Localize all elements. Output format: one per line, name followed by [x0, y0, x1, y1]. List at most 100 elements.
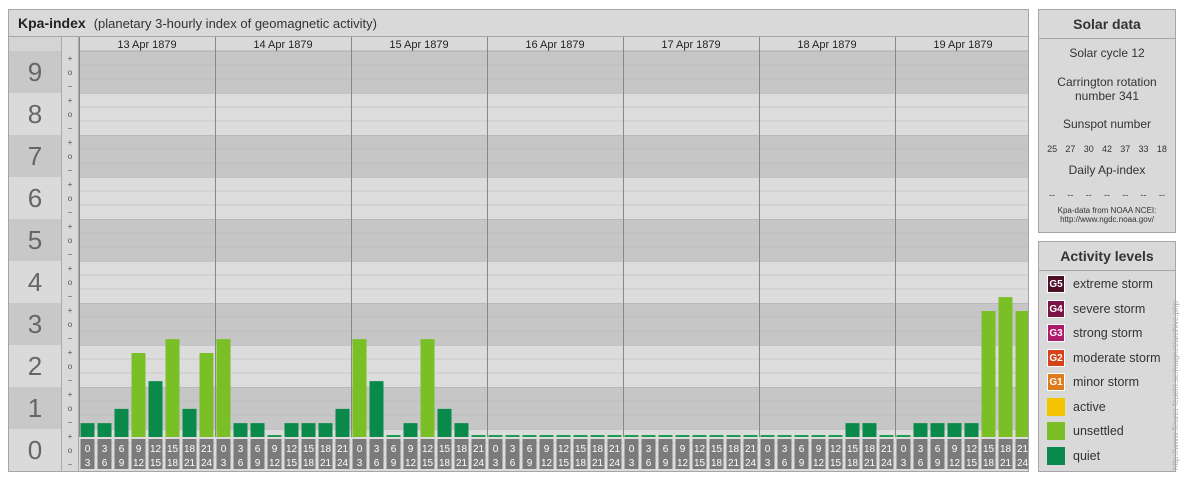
- kp-bar: [760, 435, 775, 437]
- hour-end-label: 12: [677, 458, 689, 469]
- kp-bar: [556, 435, 571, 437]
- hour-start-label: 18: [320, 444, 332, 455]
- hour-start-label: 18: [728, 444, 740, 455]
- kp-bar: [692, 435, 707, 437]
- hour-start-label: 0: [357, 444, 363, 455]
- hour-end-label: 15: [558, 458, 570, 469]
- day-label: 16 Apr 1879: [525, 39, 584, 51]
- y-sublevel-marker: o: [68, 278, 73, 287]
- hour-start-label: 6: [663, 444, 669, 455]
- sunspot-value: 27: [1065, 144, 1076, 154]
- hour-start-label: 0: [221, 444, 227, 455]
- chart-title-bar: Kpa-index (planetary 3-hourly index of ge…: [9, 10, 1028, 37]
- hour-end-label: 6: [646, 458, 652, 469]
- hour-end-label: 9: [527, 458, 533, 469]
- level-swatch: [1047, 397, 1065, 416]
- y-sublevel-marker: o: [68, 236, 73, 245]
- hour-end-label: 15: [422, 458, 434, 469]
- y-sublevel-marker: o: [68, 362, 73, 371]
- kp-bar: [539, 435, 554, 437]
- y-sublevel-marker: −: [68, 418, 73, 427]
- activity-level-item: G2 moderate storm: [1047, 348, 1161, 368]
- hour-start-label: 3: [782, 444, 788, 455]
- hour-start-label: 15: [711, 444, 723, 455]
- level-label: severe storm: [1073, 301, 1146, 316]
- solar-cycle: Solar cycle 12: [1069, 46, 1145, 60]
- kp-bar: [386, 435, 401, 437]
- y-level-band: [79, 219, 1028, 261]
- hour-start-label: 21: [745, 444, 757, 455]
- kp-bar: [301, 423, 316, 437]
- daily-ap-values: -- -- -- -- -- -- --: [1039, 190, 1175, 200]
- y-level-band: [79, 303, 1028, 345]
- kp-bar: [216, 339, 231, 437]
- kp-bar: [624, 435, 639, 437]
- kp-bar: [964, 423, 979, 437]
- ap-value: --: [1067, 190, 1074, 200]
- y-sublevel-marker: o: [68, 320, 73, 329]
- hour-end-label: 24: [201, 458, 213, 469]
- hour-end-label: 24: [473, 458, 485, 469]
- level-swatch: G5: [1047, 275, 1065, 293]
- hour-start-label: 12: [694, 444, 706, 455]
- kp-bar: [896, 435, 911, 437]
- y-sublevel-marker: −: [68, 376, 73, 385]
- y-sublevel-marker: +: [68, 138, 73, 147]
- y-tick-label-1: 1: [28, 393, 42, 423]
- kp-bar: [437, 408, 452, 437]
- hour-start-label: 9: [952, 444, 958, 455]
- ap-value: --: [1049, 190, 1056, 200]
- ap-value: --: [1140, 190, 1147, 200]
- kp-bar: [522, 435, 537, 437]
- hour-end-label: 24: [881, 458, 893, 469]
- hour-start-label: 21: [201, 444, 213, 455]
- hour-start-label: 0: [85, 444, 91, 455]
- y-sublevel-marker: +: [68, 432, 73, 441]
- hour-end-label: 3: [221, 458, 227, 469]
- kp-bar: [131, 353, 146, 437]
- hour-end-label: 21: [456, 458, 468, 469]
- kp-bar: [709, 435, 724, 437]
- hour-start-label: 6: [935, 444, 941, 455]
- hour-start-label: 21: [881, 444, 893, 455]
- hour-end-label: 3: [357, 458, 363, 469]
- hour-end-label: 9: [799, 458, 805, 469]
- y-tick-label-8: 8: [28, 99, 42, 129]
- hour-end-label: 9: [935, 458, 941, 469]
- chart-title: Kpa-index: [18, 15, 86, 31]
- y-level-band: [79, 135, 1028, 177]
- y-sublevel-marker: +: [68, 96, 73, 105]
- kp-bar: [80, 423, 95, 437]
- hour-start-label: 9: [816, 444, 822, 455]
- kp-bar: [675, 435, 690, 437]
- kp-bar: [913, 423, 928, 437]
- level-label: active: [1073, 399, 1106, 414]
- hour-end-label: 18: [303, 458, 315, 469]
- hour-end-label: 6: [374, 458, 380, 469]
- hour-end-label: 15: [694, 458, 706, 469]
- hour-start-label: 21: [1017, 444, 1028, 455]
- hour-start-label: 21: [473, 444, 485, 455]
- hour-end-label: 6: [102, 458, 108, 469]
- activity-level-item: active: [1047, 397, 1106, 417]
- sunspot-value: 37: [1120, 144, 1131, 154]
- hour-start-label: 3: [102, 444, 108, 455]
- kp-bar: [998, 297, 1013, 437]
- credit-source: Kpa-data from NOAA NCEI:: [1057, 206, 1157, 215]
- ap-value: --: [1122, 190, 1129, 200]
- y-sublevel-marker: o: [68, 152, 73, 161]
- hour-start-label: 3: [646, 444, 652, 455]
- hour-end-label: 18: [711, 458, 723, 469]
- activity-level-item: G4 severe storm: [1047, 299, 1145, 319]
- kp-bar: [879, 435, 894, 437]
- hour-start-label: 15: [983, 444, 995, 455]
- kp-bar: [97, 423, 112, 437]
- hour-start-label: 9: [408, 444, 414, 455]
- hour-end-label: 12: [269, 458, 281, 469]
- hour-end-label: 9: [391, 458, 397, 469]
- hour-start-label: 12: [286, 444, 298, 455]
- hour-start-label: 6: [119, 444, 125, 455]
- kp-bar: [743, 435, 758, 437]
- hour-end-label: 21: [728, 458, 740, 469]
- day-label: 17 Apr 1879: [661, 39, 720, 51]
